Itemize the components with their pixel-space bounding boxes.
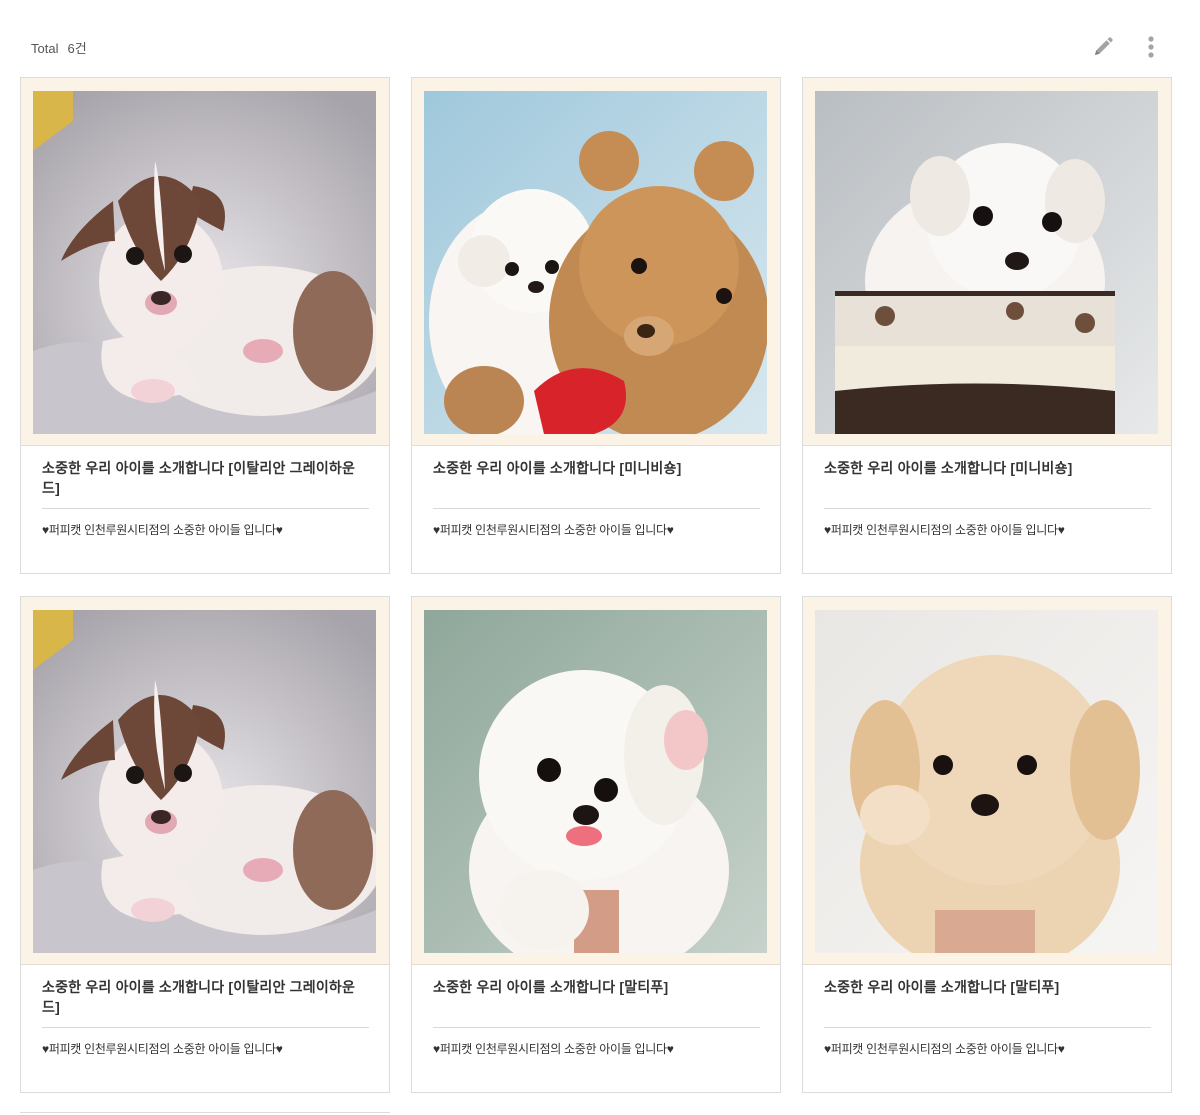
card-description: ♥퍼피캣 인천루원시티점의 소중한 아이들 입니다♥ xyxy=(824,523,1065,537)
photo-frame xyxy=(803,597,1171,965)
toolbar xyxy=(1090,34,1164,60)
card-info: 소중한 우리 아이를 소개합니다 [이탈리안 그레이하운드] ♥퍼피캣 인천루원… xyxy=(21,446,389,538)
photo-frame xyxy=(21,78,389,446)
card-description: ♥퍼피캣 인천루원시티점의 소중한 아이들 입니다♥ xyxy=(433,523,674,537)
gallery-card[interactable]: 소중한 우리 아이를 소개합니다 [말티푸] ♥퍼피캣 인천루원시티점의 소중한… xyxy=(802,596,1172,1093)
list-header: Total 6건 xyxy=(0,0,1200,77)
total-count-value: 6건 xyxy=(67,41,87,56)
more-button[interactable] xyxy=(1138,34,1164,60)
card-title[interactable]: 소중한 우리 아이를 소개합니다 [이탈리안 그레이하운드] xyxy=(42,458,369,504)
card-description: ♥퍼피캣 인천루원시티점의 소중한 아이들 입니다♥ xyxy=(42,523,283,537)
card-info: 소중한 우리 아이를 소개합니다 [미니비숑] ♥퍼피캣 인천루원시티점의 소중… xyxy=(412,446,780,538)
divider xyxy=(433,508,760,509)
gallery-card[interactable]: 소중한 우리 아이를 소개합니다 [미니비숑] ♥퍼피캣 인천루원시티점의 소중… xyxy=(411,77,781,574)
photo-frame xyxy=(21,597,389,965)
divider xyxy=(42,1027,369,1028)
card-title[interactable]: 소중한 우리 아이를 소개합니다 [미니비숑] xyxy=(433,458,760,504)
card-info: 소중한 우리 아이를 소개합니다 [이탈리안 그레이하운드] ♥퍼피캣 인천루원… xyxy=(21,965,389,1057)
gallery-card[interactable]: 소중한 우리 아이를 소개합니다 [이탈리안 그레이하운드] ♥퍼피캣 인천루원… xyxy=(20,596,390,1093)
puppy-photo[interactable] xyxy=(424,610,767,953)
card-info: 소중한 우리 아이를 소개합니다 [말티푸] ♥퍼피캣 인천루원시티점의 소중한… xyxy=(803,965,1171,1057)
puppy-photo[interactable] xyxy=(815,91,1158,434)
total-label: Total xyxy=(31,41,59,56)
puppy-photo[interactable] xyxy=(33,91,376,434)
more-vertical-icon xyxy=(1148,36,1154,58)
divider xyxy=(824,1027,1151,1028)
write-button[interactable] xyxy=(1090,34,1116,60)
card-info: 소중한 우리 아이를 소개합니다 [미니비숑] ♥퍼피캣 인천루원시티점의 소중… xyxy=(803,446,1171,538)
card-info: 소중한 우리 아이를 소개합니다 [말티푸] ♥퍼피캣 인천루원시티점의 소중한… xyxy=(412,965,780,1057)
puppy-photo[interactable] xyxy=(33,610,376,953)
card-description: ♥퍼피캣 인천루원시티점의 소중한 아이들 입니다♥ xyxy=(433,1042,674,1056)
photo-frame xyxy=(412,78,780,446)
gallery-card[interactable]: 소중한 우리 아이를 소개합니다 [이탈리안 그레이하운드] ♥퍼피캣 인천루원… xyxy=(20,77,390,574)
photo-frame xyxy=(412,597,780,965)
card-title[interactable]: 소중한 우리 아이를 소개합니다 [이탈리안 그레이하운드] xyxy=(42,977,369,1023)
card-title[interactable]: 소중한 우리 아이를 소개합니다 [말티푸] xyxy=(433,977,760,1023)
pencil-icon xyxy=(1095,37,1113,55)
card-title[interactable]: 소중한 우리 아이를 소개합니다 [말티푸] xyxy=(824,977,1151,1023)
card-description: ♥퍼피캣 인천루원시티점의 소중한 아이들 입니다♥ xyxy=(42,1042,283,1056)
divider xyxy=(42,508,369,509)
total-count: Total 6건 xyxy=(31,38,87,57)
gallery-card[interactable]: 소중한 우리 아이를 소개합니다 [미니비숑] ♥퍼피캣 인천루원시티점의 소중… xyxy=(802,77,1172,574)
divider xyxy=(824,508,1151,509)
gallery-grid: 소중한 우리 아이를 소개합니다 [이탈리안 그레이하운드] ♥퍼피캣 인천루원… xyxy=(20,77,1172,1093)
puppy-photo[interactable] xyxy=(815,610,1158,953)
photo-frame xyxy=(803,78,1171,446)
card-description: ♥퍼피캣 인천루원시티점의 소중한 아이들 입니다♥ xyxy=(824,1042,1065,1056)
puppy-photo[interactable] xyxy=(424,91,767,434)
divider xyxy=(433,1027,760,1028)
gallery-card[interactable]: 소중한 우리 아이를 소개합니다 [말티푸] ♥퍼피캣 인천루원시티점의 소중한… xyxy=(411,596,781,1093)
card-title[interactable]: 소중한 우리 아이를 소개합니다 [미니비숑] xyxy=(824,458,1151,504)
